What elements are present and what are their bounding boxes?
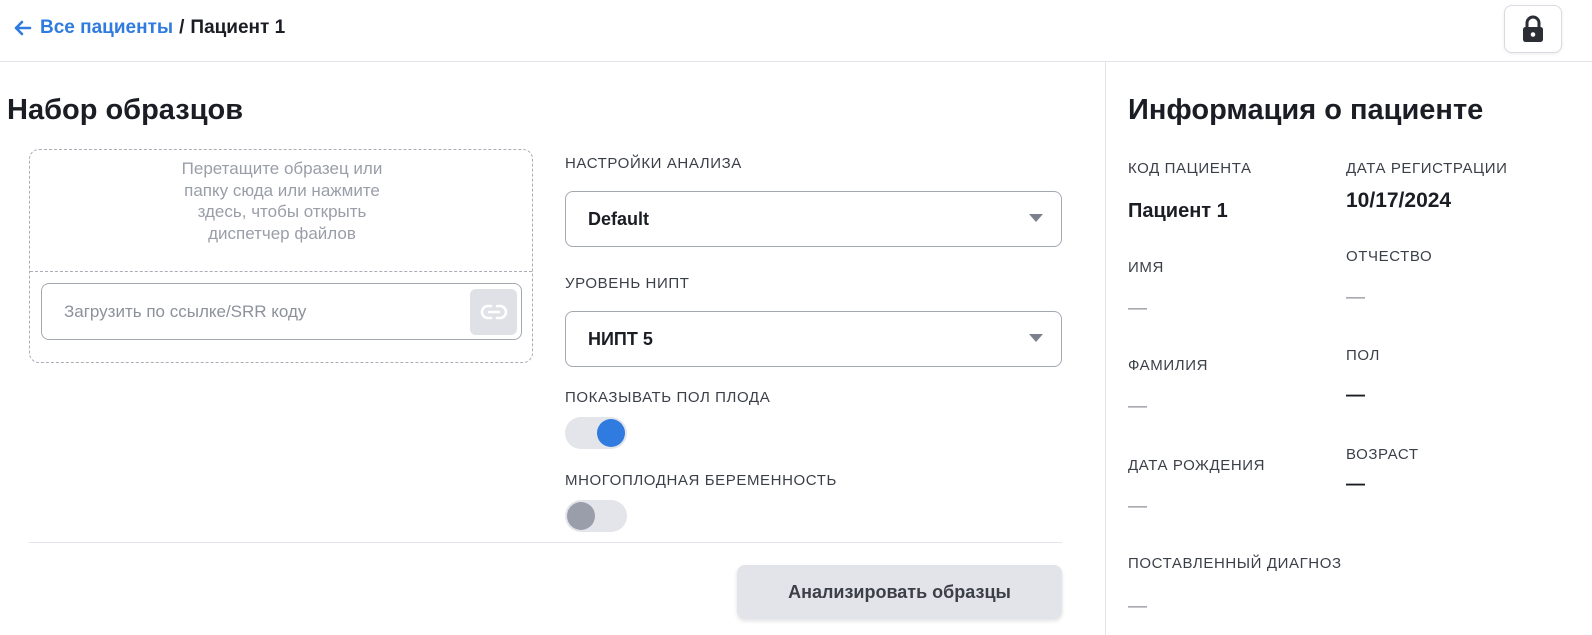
birth-date-value: — — [1128, 496, 1147, 517]
age-label: ВОЗРАСТ — [1346, 446, 1419, 463]
lock-button[interactable] — [1504, 5, 1562, 53]
first-name-label: ИМЯ — [1128, 259, 1164, 276]
analysis-settings-value: Default — [588, 209, 650, 229]
sex-label: ПОЛ — [1346, 347, 1380, 364]
registration-date-label: ДАТА РЕГИСТРАЦИИ — [1346, 160, 1508, 177]
fetal-sex-label: ПОКАЗЫВАТЬ ПОЛ ПЛОДА — [565, 389, 771, 406]
arrow-left-icon — [14, 20, 32, 36]
analysis-settings-label: НАСТРОЙКИ АНАЛИЗА — [565, 155, 742, 172]
age-value: — — [1346, 474, 1365, 495]
registration-date-value: 10/17/2024 — [1346, 189, 1452, 212]
breadcrumb-back-link[interactable]: Все пациенты — [14, 17, 173, 39]
patronymic-value: — — [1346, 287, 1365, 308]
last-name-value: — — [1128, 396, 1147, 417]
last-name-label: ФАМИЛИЯ — [1128, 357, 1209, 374]
toggle-knob — [597, 419, 625, 447]
breadcrumb-back-label[interactable]: Все пациенты — [40, 17, 173, 39]
chevron-down-icon — [1029, 334, 1043, 342]
breadcrumb: Все пациенты / Пациент 1 — [14, 17, 285, 39]
sample-set-title: Набор образцов — [7, 94, 244, 126]
nipt-level-label: УРОВЕНЬ НИПТ — [565, 275, 690, 292]
lock-icon — [1523, 15, 1543, 42]
breadcrumb-current: Пациент 1 — [190, 17, 286, 38]
analysis-settings-select[interactable]: Default — [565, 191, 1062, 247]
patient-code-label: КОД ПАЦИЕНТА — [1128, 160, 1252, 177]
patient-info-title: Информация о пациенте — [1128, 94, 1484, 126]
actions-divider — [29, 542, 1062, 543]
patient-code-value: Пациент 1 — [1128, 200, 1228, 222]
fetal-sex-toggle[interactable] — [565, 417, 627, 449]
nipt-level-select[interactable]: НИПТ 5 — [565, 311, 1062, 367]
link-icon — [480, 304, 507, 320]
nipt-level-value: НИПТ 5 — [588, 329, 653, 349]
chevron-down-icon — [1029, 214, 1043, 222]
sex-value: — — [1346, 385, 1365, 406]
diagnosis-value: — — [1128, 596, 1147, 617]
diagnosis-label: ПОСТАВЛЕННЫЙ ДИАГНОЗ — [1128, 555, 1342, 572]
panel-divider — [1105, 62, 1106, 635]
load-link-button[interactable] — [470, 289, 517, 335]
breadcrumb-separator: / — [179, 17, 185, 38]
multiple-pregnancy-toggle[interactable] — [565, 500, 627, 532]
dropzone-divider — [30, 271, 532, 272]
patronymic-label: ОТЧЕСТВО — [1346, 248, 1433, 265]
url-input[interactable] — [64, 284, 464, 339]
first-name-value: — — [1128, 298, 1147, 319]
url-field[interactable] — [41, 283, 522, 340]
dropzone-text[interactable]: Перетащите образец или папку сюда или на… — [30, 158, 534, 244]
file-dropzone[interactable]: Перетащите образец или папку сюда или на… — [29, 149, 533, 363]
birth-date-label: ДАТА РОЖДЕНИЯ — [1128, 457, 1266, 474]
analyze-samples-button[interactable]: Анализировать образцы — [737, 565, 1062, 619]
toggle-knob — [567, 502, 595, 530]
top-bar: Все пациенты / Пациент 1 — [0, 0, 1592, 62]
multiple-pregnancy-label: МНОГОПЛОДНАЯ БЕРЕМЕННОСТЬ — [565, 472, 837, 489]
